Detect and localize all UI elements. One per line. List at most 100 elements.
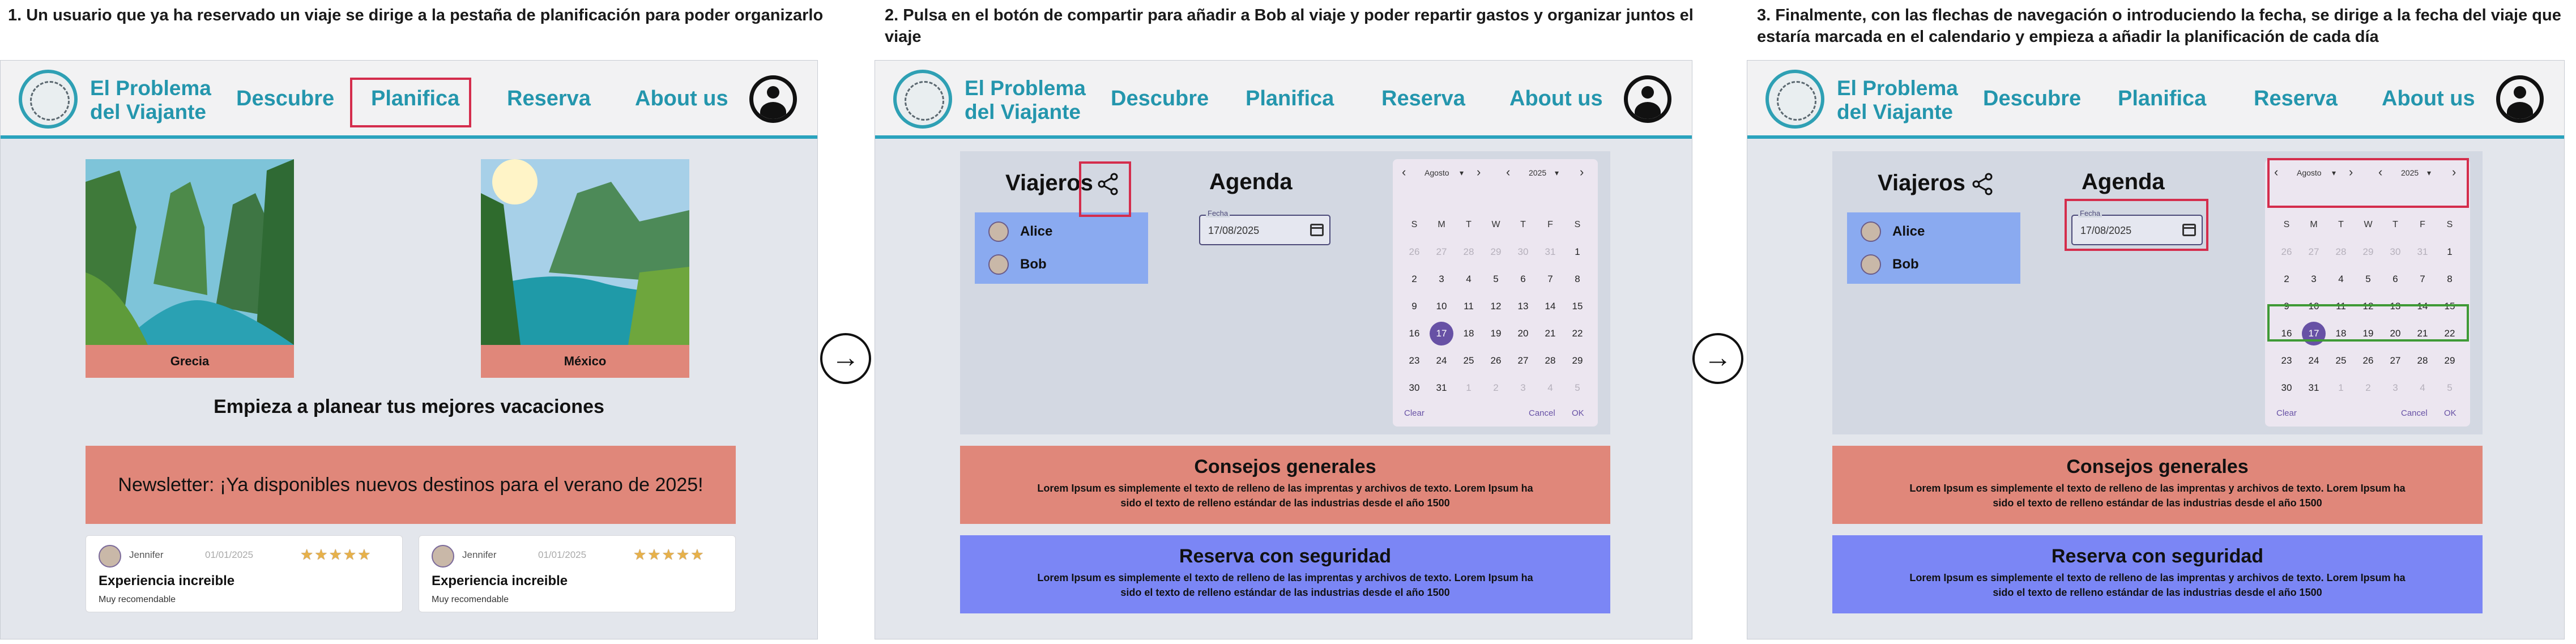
- nav-reserva[interactable]: Reserva: [2254, 87, 2338, 111]
- calendar-day[interactable]: 15: [1564, 293, 1591, 320]
- nav-about-us[interactable]: About us: [2382, 87, 2475, 111]
- chevron-right-icon[interactable]: ›: [1477, 165, 1481, 180]
- calendar-day[interactable]: 2: [2273, 266, 2300, 293]
- calendar-day[interactable]: 28: [2327, 238, 2355, 266]
- profile-icon[interactable]: [1624, 75, 1671, 123]
- calendar-day[interactable]: 25: [2327, 347, 2355, 374]
- month-select[interactable]: Agosto: [1425, 168, 1449, 177]
- profile-icon[interactable]: [2496, 75, 2544, 123]
- calendar-day[interactable]: 30: [1401, 374, 1428, 402]
- brand-name[interactable]: El Problema del Viajante: [1837, 76, 1958, 124]
- calendar-day[interactable]: 31: [1537, 238, 1564, 266]
- calendar-day[interactable]: 18: [1455, 320, 1482, 347]
- nav-descubre[interactable]: Descubre: [1983, 87, 2081, 111]
- calendar-day[interactable]: 26: [1401, 238, 1428, 266]
- cancel-button[interactable]: Cancel: [1529, 408, 1555, 418]
- calendar-day[interactable]: 26: [2355, 347, 2382, 374]
- clear-button[interactable]: Clear: [1404, 408, 1425, 418]
- calendar-day[interactable]: 4: [2409, 374, 2436, 402]
- year-select[interactable]: 2025: [1529, 168, 1546, 177]
- calendar-day[interactable]: 27: [2382, 347, 2409, 374]
- chevron-down-icon[interactable]: ▾: [1460, 168, 1464, 178]
- calendar-day[interactable]: 10: [1428, 293, 1455, 320]
- calendar-day[interactable]: 7: [1537, 266, 1564, 293]
- calendar-day[interactable]: 3: [1509, 374, 1537, 402]
- calendar-day[interactable]: 11: [1455, 293, 1482, 320]
- calendar-day[interactable]: 30: [1509, 238, 1537, 266]
- calendar-day[interactable]: 3: [2300, 266, 2327, 293]
- calendar-day[interactable]: 24: [2300, 347, 2327, 374]
- calendar-day[interactable]: 2: [1401, 266, 1428, 293]
- calendar-day[interactable]: 4: [1537, 374, 1564, 402]
- calendar-icon[interactable]: [1310, 224, 1324, 236]
- date-field[interactable]: Fecha 17/08/2025: [1199, 209, 1330, 245]
- calendar-day[interactable]: 29: [1482, 238, 1509, 266]
- calendar-day[interactable]: 1: [2327, 374, 2355, 402]
- calendar-day[interactable]: 5: [1564, 374, 1591, 402]
- ok-button[interactable]: OK: [1572, 408, 1584, 418]
- calendar-day[interactable]: 17: [1428, 320, 1455, 347]
- calendar-day[interactable]: 4: [1455, 266, 1482, 293]
- calendar-day[interactable]: 5: [2436, 374, 2463, 402]
- brand-name[interactable]: El Problema del Viajante: [90, 76, 211, 124]
- review-card[interactable]: Jennifer 01/01/2025 ★★★★★ Experiencia in…: [86, 535, 403, 612]
- calendar-day[interactable]: 6: [2382, 266, 2409, 293]
- calendar-day[interactable]: 27: [1509, 347, 1537, 374]
- calendar-day[interactable]: 1: [1455, 374, 1482, 402]
- calendar-day[interactable]: 30: [2382, 238, 2409, 266]
- calendar-day[interactable]: 23: [1401, 347, 1428, 374]
- clear-button[interactable]: Clear: [2276, 408, 2297, 418]
- brand-name[interactable]: El Problema del Viajante: [965, 76, 1086, 124]
- calendar-day[interactable]: 14: [1537, 293, 1564, 320]
- calendar-day[interactable]: 25: [1455, 347, 1482, 374]
- calendar-day[interactable]: 20: [1509, 320, 1537, 347]
- destination-card-grecia[interactable]: Grecia: [86, 159, 294, 378]
- ok-button[interactable]: OK: [2444, 408, 2456, 418]
- calendar-day[interactable]: 29: [2355, 238, 2382, 266]
- cancel-button[interactable]: Cancel: [2401, 408, 2428, 418]
- calendar-day[interactable]: 3: [2382, 374, 2409, 402]
- calendar-day[interactable]: 30: [2273, 374, 2300, 402]
- calendar-day[interactable]: 21: [1537, 320, 1564, 347]
- chevron-left-icon[interactable]: ‹: [1506, 165, 1510, 180]
- calendar-day[interactable]: 2: [2355, 374, 2382, 402]
- calendar-day[interactable]: 28: [2409, 347, 2436, 374]
- nav-about-us[interactable]: About us: [1509, 87, 1603, 111]
- calendar-day[interactable]: 5: [2355, 266, 2382, 293]
- calendar-day[interactable]: 7: [2409, 266, 2436, 293]
- calendar-day[interactable]: 27: [2300, 238, 2327, 266]
- calendar-day[interactable]: 3: [1428, 266, 1455, 293]
- newsletter-banner[interactable]: Newsletter: ¡Ya disponibles nuevos desti…: [86, 446, 736, 524]
- profile-icon[interactable]: [749, 75, 797, 123]
- nav-planifica[interactable]: Planifica: [1246, 87, 1334, 111]
- calendar-day[interactable]: 26: [2273, 238, 2300, 266]
- calendar-day[interactable]: 8: [1564, 266, 1591, 293]
- logo[interactable]: [893, 70, 952, 129]
- chevron-down-icon[interactable]: ▾: [1555, 168, 1559, 178]
- calendar-day[interactable]: 19: [1482, 320, 1509, 347]
- logo[interactable]: [1765, 70, 1824, 129]
- calendar-day[interactable]: 6: [1509, 266, 1537, 293]
- nav-descubre[interactable]: Descubre: [1111, 87, 1209, 111]
- nav-descubre[interactable]: Descubre: [236, 87, 334, 111]
- calendar-day[interactable]: 26: [1482, 347, 1509, 374]
- calendar-day[interactable]: 27: [1428, 238, 1455, 266]
- calendar-day[interactable]: 1: [1564, 238, 1591, 266]
- calendar-day[interactable]: 31: [2409, 238, 2436, 266]
- logo[interactable]: [19, 70, 78, 129]
- calendar-day[interactable]: 9: [1401, 293, 1428, 320]
- nav-planifica[interactable]: Planifica: [2118, 87, 2206, 111]
- calendar-day[interactable]: 1: [2436, 238, 2463, 266]
- calendar-day[interactable]: 28: [1455, 238, 1482, 266]
- calendar-day[interactable]: 13: [1509, 293, 1537, 320]
- chevron-left-icon[interactable]: ‹: [1402, 165, 1406, 180]
- calendar-day[interactable]: 29: [1564, 347, 1591, 374]
- calendar-day[interactable]: 5: [1482, 266, 1509, 293]
- calendar-day[interactable]: 29: [2436, 347, 2463, 374]
- share-icon[interactable]: [1971, 172, 1995, 197]
- calendar-day[interactable]: 22: [1564, 320, 1591, 347]
- calendar-day[interactable]: 23: [2273, 347, 2300, 374]
- calendar-day[interactable]: 4: [2327, 266, 2355, 293]
- calendar-day[interactable]: 2: [1482, 374, 1509, 402]
- calendar-day[interactable]: 24: [1428, 347, 1455, 374]
